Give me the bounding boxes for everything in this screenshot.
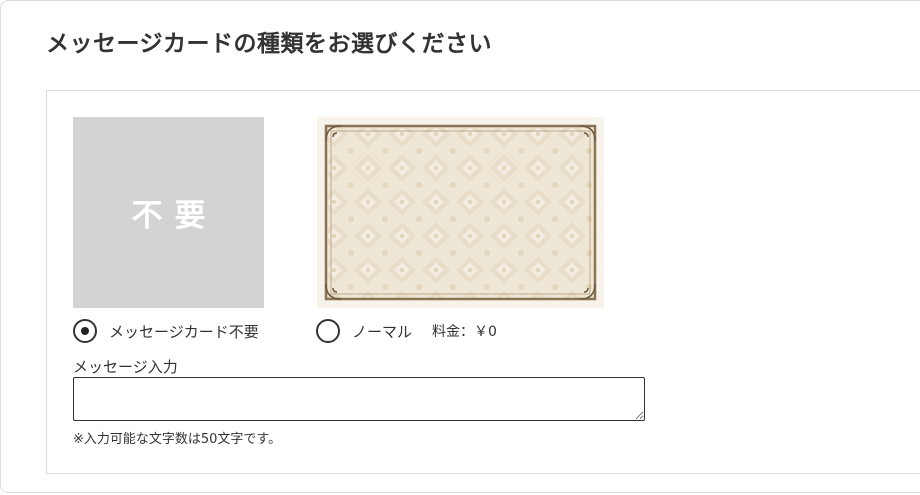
radio-selected-icon[interactable] [73,319,97,343]
option-normal-label: ノーマル [352,322,413,341]
option-none-label: メッセージカード不要 [109,322,259,341]
option-none[interactable]: メッセージカード不要 [73,318,259,344]
section-title: メッセージカードの種類をお選びください [46,31,493,57]
card-normal-image[interactable] [317,117,604,308]
option-normal-price: 料金：￥0 [432,324,497,340]
message-textarea[interactable] [73,377,645,421]
message-input-label: メッセージ入力 [73,358,178,376]
card-none-image-text: 不要 [131,198,218,234]
card-none-image[interactable]: 不要 [73,117,264,308]
option-normal[interactable]: ノーマル 料金：￥0 [316,318,497,344]
message-char-limit-note: ※入力可能な文字数は50文字です。 [73,432,282,447]
damask-card-icon [317,117,604,308]
radio-unselected-icon[interactable] [316,319,340,343]
